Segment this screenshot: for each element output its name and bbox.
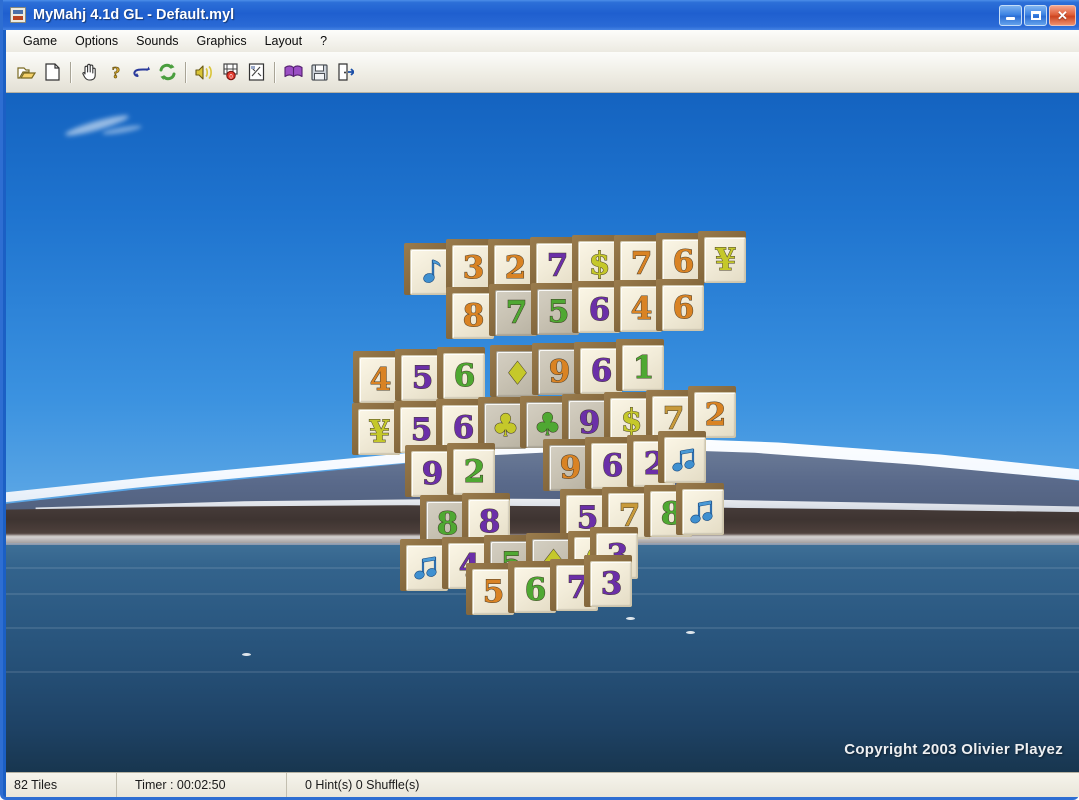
- tile-symbol: 1: [632, 349, 655, 386]
- tile-symbol: 6: [524, 571, 547, 608]
- menu-item-help[interactable]: ?: [311, 31, 336, 51]
- tile-symbol: 6: [590, 352, 613, 389]
- exit-button[interactable]: [333, 60, 358, 85]
- status-bar: 82 Tiles Timer : 00:02:50 0 Hint(s) 0 Sh…: [6, 772, 1079, 797]
- tile-symbol: 6: [601, 447, 624, 484]
- undo-button[interactable]: [129, 60, 154, 85]
- tile-symbol: $: [620, 402, 643, 439]
- mahjong-tile[interactable]: 8: [446, 287, 494, 339]
- close-button[interactable]: ✕: [1049, 4, 1076, 26]
- tile-symbol: 9: [559, 449, 582, 486]
- tile-face: 2: [453, 449, 495, 495]
- tile-symbol: 7: [630, 245, 653, 282]
- mahjong-tile[interactable]: 2: [447, 443, 495, 495]
- tile-symbol: 3: [462, 249, 485, 286]
- tile-symbol: $: [588, 245, 611, 282]
- tile-symbol: 8: [478, 503, 501, 540]
- window-title: MyMahj 4.1d GL - Default.myl: [33, 7, 235, 23]
- shuffle-button[interactable]: [155, 60, 180, 85]
- toolbar-separator-2: [185, 61, 187, 83]
- tile-symbol: 9: [421, 455, 444, 492]
- tile-symbol: 2: [704, 396, 727, 433]
- tile-symbol: 7: [546, 247, 569, 284]
- timer-button[interactable]: 0: [218, 60, 243, 85]
- svg-text:?: ?: [111, 63, 120, 81]
- tile-symbol: ♣: [491, 407, 520, 444]
- menu-item-options[interactable]: Options: [66, 31, 127, 51]
- tile-face: 6: [662, 285, 704, 331]
- tile-stack[interactable]: 327$76¥875646456♦961¥56♣♣9$7292962885784…: [6, 93, 1079, 772]
- tile-symbol: 4: [369, 361, 392, 398]
- tile-symbol-music-note: [672, 446, 698, 474]
- status-tiles: 82 Tiles: [14, 778, 58, 792]
- minimize-button[interactable]: [999, 4, 1022, 26]
- tile-symbol: 3: [600, 565, 623, 602]
- tile-symbol: 9: [548, 353, 571, 390]
- application-window: MyMahj 4.1d GL - Default.myl ✕ Game Opti…: [0, 0, 1079, 800]
- tile-symbol: ♣: [533, 406, 562, 443]
- mahjong-tile[interactable]: 3: [584, 555, 632, 607]
- help-button[interactable]: [281, 60, 306, 85]
- menu-bar: Game Options Sounds Graphics Layout ?: [6, 30, 1079, 52]
- toolbar-separator-3: [274, 61, 276, 83]
- tile-symbol-music-note: [690, 498, 716, 526]
- tile-symbol: 2: [463, 453, 486, 490]
- mahjong-tile[interactable]: 6: [437, 347, 485, 399]
- mahjong-tile[interactable]: [676, 483, 724, 535]
- mahjong-app-icon: [10, 7, 26, 23]
- save-button[interactable]: [307, 60, 332, 85]
- tile-symbol: 8: [436, 505, 459, 542]
- mahjong-tile[interactable]: 6: [656, 279, 704, 331]
- tile-symbol-music-note: [418, 258, 444, 286]
- tile-face: 6: [443, 353, 485, 399]
- window-controls: ✕: [999, 4, 1078, 26]
- open-button[interactable]: [14, 60, 39, 85]
- tile-symbol: 7: [505, 294, 528, 331]
- copyright-text: Copyright 2003 Olivier Playez: [844, 741, 1063, 758]
- tile-face: 3: [590, 561, 632, 607]
- new-button[interactable]: [40, 60, 65, 85]
- tile-symbol-music-note: [414, 554, 440, 582]
- tile-symbol: 6: [672, 289, 695, 326]
- status-timer: Timer : 00:02:50: [116, 773, 286, 797]
- tile-symbol: 5: [410, 411, 433, 448]
- hint-button[interactable]: ?: [103, 60, 128, 85]
- tile-symbol: 5: [411, 359, 434, 396]
- toolbar: ? 0: [6, 52, 1079, 93]
- tile-symbol: 2: [504, 249, 527, 286]
- hand-button[interactable]: [77, 60, 102, 85]
- tile-symbol: 9: [578, 404, 601, 441]
- menu-item-graphics[interactable]: Graphics: [188, 31, 256, 51]
- sound-button[interactable]: [192, 60, 217, 85]
- tile-face: [664, 437, 706, 483]
- tile-symbol: 5: [547, 293, 570, 330]
- tile-symbol: 4: [630, 290, 653, 327]
- tile-symbol: 8: [462, 297, 485, 334]
- tile-face: ¥: [704, 237, 746, 283]
- tile-symbol: 6: [588, 291, 611, 328]
- tile-symbol: 7: [662, 400, 685, 437]
- layout-button[interactable]: [244, 60, 269, 85]
- tile-symbol: ¥: [368, 413, 391, 450]
- tile-face: 8: [452, 293, 494, 339]
- tile-symbol: ♦: [503, 355, 532, 392]
- toolbar-separator: [70, 61, 72, 83]
- menu-item-layout[interactable]: Layout: [256, 31, 312, 51]
- tile-symbol: 5: [482, 573, 505, 610]
- tile-symbol: 6: [672, 243, 695, 280]
- tile-symbol: 6: [452, 409, 475, 446]
- tile-symbol: ¥: [714, 241, 737, 278]
- menu-item-game[interactable]: Game: [14, 31, 66, 51]
- title-bar: MyMahj 4.1d GL - Default.myl ✕: [3, 0, 1079, 30]
- mahjong-tile[interactable]: ¥: [698, 231, 746, 283]
- mahjong-tile[interactable]: 1: [616, 339, 664, 391]
- tile-face: [682, 489, 724, 535]
- maximize-button[interactable]: [1024, 4, 1047, 26]
- game-board-canvas[interactable]: 327$76¥875646456♦961¥56♣♣9$7292962885784…: [6, 93, 1079, 772]
- status-hints: 0 Hint(s) 0 Shuffle(s): [286, 773, 1079, 797]
- tile-symbol: 6: [453, 357, 476, 394]
- tile-face: 1: [622, 345, 664, 391]
- menu-item-sounds[interactable]: Sounds: [127, 31, 187, 51]
- mahjong-tile[interactable]: [658, 431, 706, 483]
